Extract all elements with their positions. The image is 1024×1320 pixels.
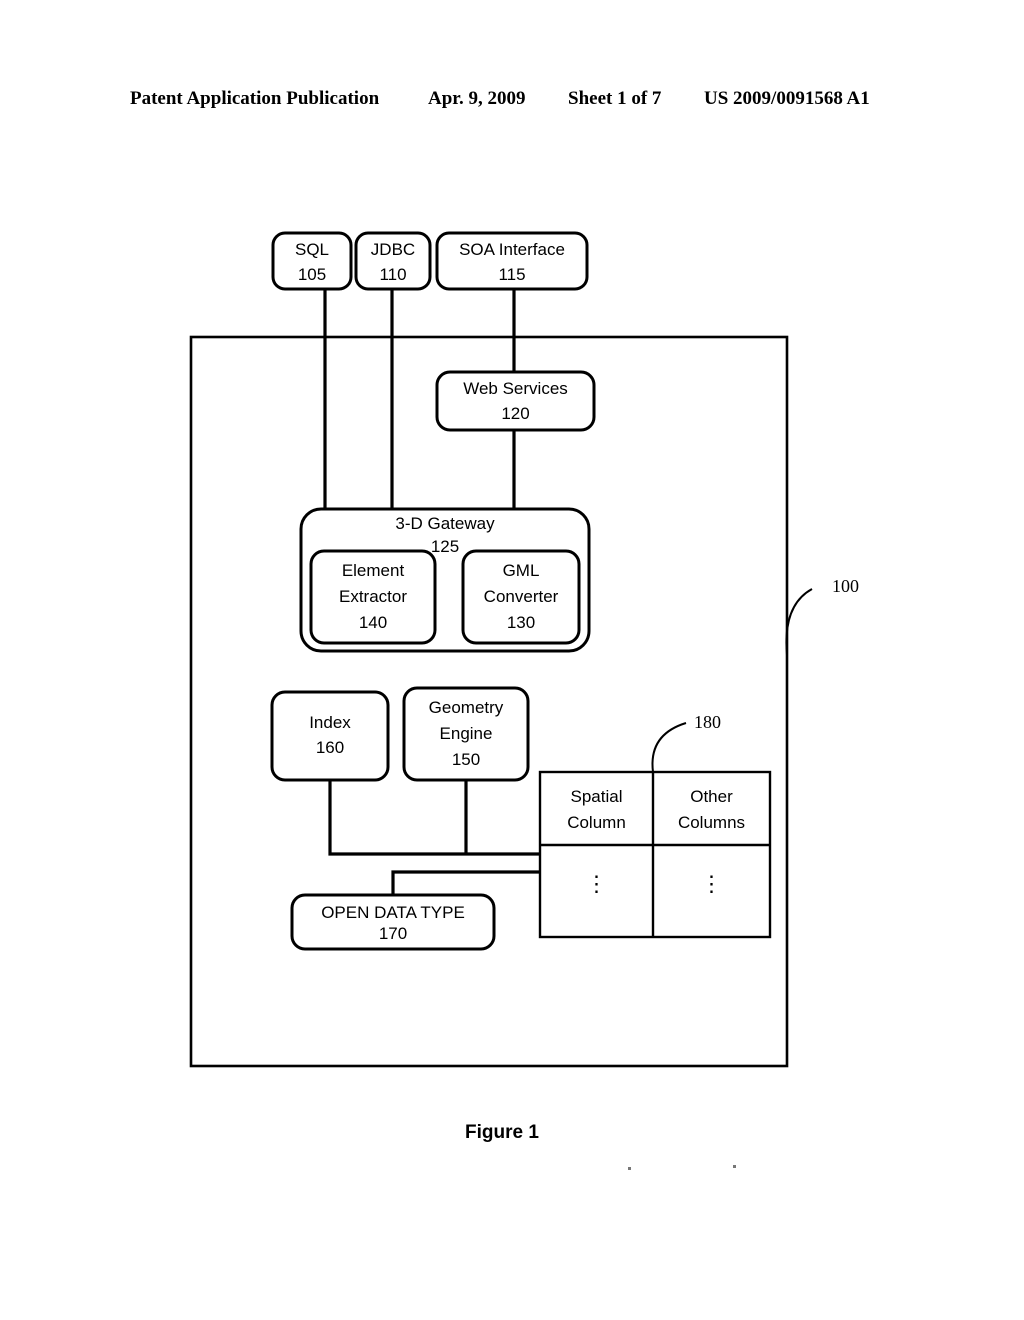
label-element-extractor-line2: Extractor [338, 587, 408, 606]
label-table-cell0: ⋮ [585, 871, 608, 896]
figure-caption: Figure 1 [465, 1122, 539, 1143]
label-geometry-engine-ref: 150 [451, 750, 481, 769]
connector-opendatatype-to-table [391, 870, 541, 896]
label-table-cell1: ⋮ [700, 871, 723, 896]
label-web-services-ref: 120 [501, 404, 530, 423]
patent-figure-1: SQL 105 JDBC 110 SOA Interface 115 Web S… [0, 0, 1024, 1320]
label-table-col1-line1: Other [690, 787, 733, 806]
scan-speck [628, 1167, 631, 1170]
label-element-extractor-ref: 140 [358, 613, 388, 632]
connector-lines-lower [328, 780, 541, 896]
label-jdbc-ref: 110 [379, 265, 407, 284]
label-gateway-title: 3-D Gateway [395, 514, 495, 533]
label-index-title: Index [309, 713, 351, 732]
label-open-data-type-ref: 170 [378, 924, 408, 943]
label-soa-title: SOA Interface [459, 240, 565, 259]
label-gateway-ref: 125 [430, 537, 460, 556]
label-soa-ref: 115 [498, 265, 526, 284]
scan-speck [733, 1165, 736, 1168]
label-gml-converter-line1: GML [502, 561, 540, 580]
label-sql-ref: 105 [297, 265, 327, 284]
label-table-col1-line2: Columns [677, 813, 746, 832]
label-table-col0-line1: Spatial [570, 787, 623, 806]
label-web-services-title: Web Services [463, 379, 568, 398]
label-sql-title: SQL [294, 240, 330, 259]
label-geometry-engine-line2: Engine [439, 724, 493, 743]
leader-line-100 [785, 588, 813, 656]
label-gml-converter-ref: 130 [506, 613, 536, 632]
label-system-reference-100: 100 [832, 576, 859, 596]
label-table-reference-180: 180 [694, 712, 721, 732]
label-table-col0-line2: Column [567, 813, 626, 832]
label-index-ref: 160 [315, 738, 345, 757]
label-element-extractor-line1: Element [341, 561, 405, 580]
label-geometry-engine-line1: Geometry [428, 698, 504, 717]
label-gml-converter-line2: Converter [483, 587, 559, 606]
label-jdbc-title: JDBC [370, 240, 416, 259]
leader-line-180 [651, 722, 687, 773]
connector-index-to-table [328, 780, 541, 856]
